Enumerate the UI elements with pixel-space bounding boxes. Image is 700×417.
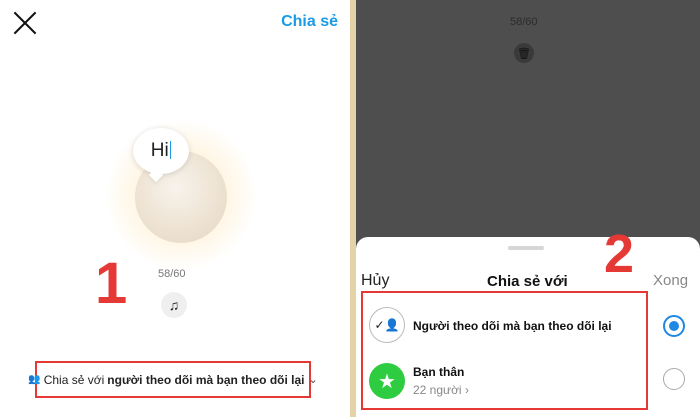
step-marker-1: 1 [95,251,128,316]
note-text-input[interactable]: Hi [151,140,172,162]
done-button[interactable]: Xong [653,272,688,289]
people-icon: 👥 [28,374,41,385]
chevron-down-icon: ⌄ [308,374,318,386]
radio-close-friends[interactable] [663,368,685,390]
option-label: Người theo dõi mà bạn theo dõi lại [413,319,612,333]
note-bubble[interactable]: Hi [133,128,189,174]
option-label: Bạn thân [413,365,465,379]
share-prefix: Chia sẻ với [43,372,105,387]
step-marker-2: 2 [604,224,635,284]
sheet-drag-handle[interactable] [508,246,544,250]
character-counter: 58/60 [510,16,538,28]
radio-followers-you-follow[interactable] [663,315,685,337]
share-sheet-panel: 58/60 🗑 Hủy Chia sẻ với Xong 2 ✓👤 Người … [356,0,700,417]
trash-icon[interactable]: 🗑 [514,43,534,63]
close-icon[interactable] [12,10,38,36]
share-audience-selector[interactable]: 👥 Chia sẻ với người theo dõi mà bạn theo… [28,361,318,398]
chevron-right-icon: › [464,383,469,397]
music-icon[interactable]: ♫ [161,292,187,318]
share-button[interactable]: Chia sẻ [281,13,338,31]
star-icon: ★ [369,363,405,399]
sheet-title: Chia sẻ với [487,273,568,290]
audience-options: ✓👤 Người theo dõi mà bạn theo dõi lại ★ … [361,291,648,410]
share-audience: người theo dõi mà bạn theo dõi lại [107,372,305,387]
mutual-follow-icon: ✓👤 [369,307,405,343]
cancel-button[interactable]: Hủy [361,272,389,290]
option-followers-you-follow[interactable]: ✓👤 Người theo dõi mà bạn theo dõi lại [363,299,646,355]
screenshot-root: Chia sẻ Hi 58/60 ♫ 1 👥 Chia sẻ với người… [0,0,700,417]
character-counter: 58/60 [158,268,186,280]
share-with-sheet: Hủy Chia sẻ với Xong 2 ✓👤 Người theo dõi… [356,224,700,417]
note-editor-panel: Chia sẻ Hi 58/60 ♫ 1 👥 Chia sẻ với người… [0,0,350,417]
option-subtext: 22 người › [413,383,469,397]
text-caret [169,141,172,159]
option-close-friends[interactable]: ★ Bạn thân 22 người › [363,355,646,411]
